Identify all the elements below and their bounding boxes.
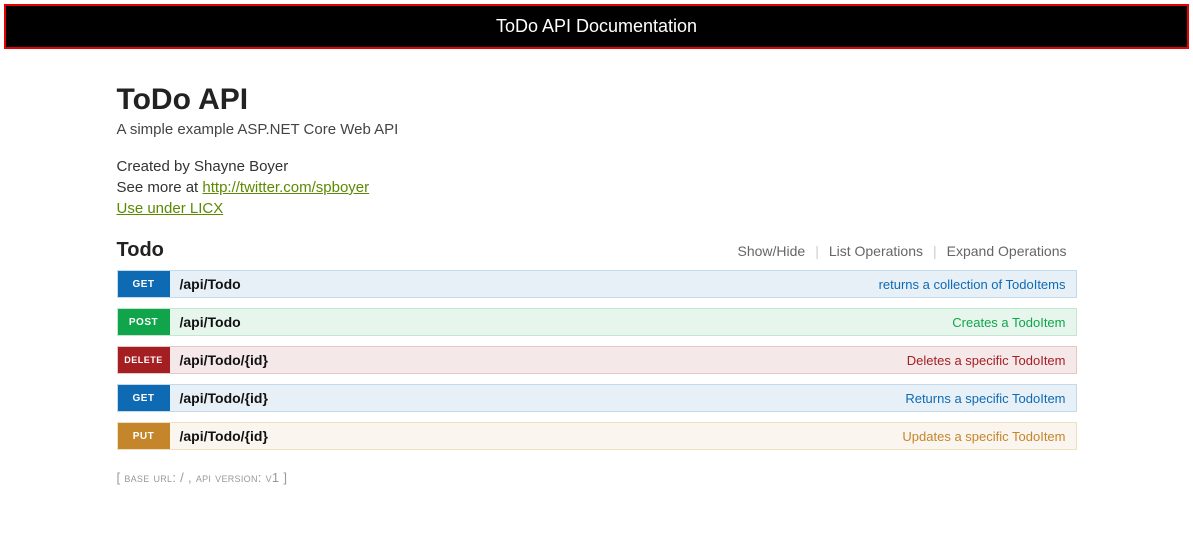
banner-title: ToDo API Documentation [496, 16, 697, 36]
endpoint-row[interactable]: GET/api/Todo/{id}Returns a specific Todo… [117, 384, 1077, 412]
endpoint-description: Returns a specific TodoItem [278, 385, 1076, 411]
section-title[interactable]: Todo [117, 239, 164, 262]
see-more-line: See more at http://twitter.com/spboyer [117, 177, 1077, 198]
section-header: Todo Show/Hide | List Operations | Expan… [117, 239, 1077, 262]
method-badge: GET [118, 385, 170, 411]
endpoint-description: returns a collection of TodoItems [251, 271, 1076, 297]
created-by-prefix: Created by [117, 158, 195, 175]
endpoint-description: Updates a specific TodoItem [278, 423, 1076, 449]
section-actions: Show/Hide | List Operations | Expand Ope… [727, 243, 1076, 259]
created-by-name: Shayne Boyer [194, 158, 288, 175]
endpoint-path[interactable]: /api/Todo/{id} [170, 385, 278, 411]
expand-operations-action[interactable]: Expand Operations [937, 243, 1077, 259]
endpoint-path[interactable]: /api/Todo [170, 271, 251, 297]
api-subtitle: A simple example ASP.NET Core Web API [117, 121, 1077, 138]
show-hide-action[interactable]: Show/Hide [727, 243, 815, 259]
method-badge: POST [118, 309, 170, 335]
api-title: ToDo API [117, 83, 1077, 117]
method-badge: PUT [118, 423, 170, 449]
endpoint-row[interactable]: DELETE/api/Todo/{id}Deletes a specific T… [117, 346, 1077, 374]
method-badge: GET [118, 271, 170, 297]
endpoint-description: Deletes a specific TodoItem [278, 347, 1076, 373]
endpoint-path[interactable]: /api/Todo/{id} [170, 347, 278, 373]
endpoint-list: GET/api/Todoreturns a collection of Todo… [117, 270, 1077, 450]
see-more-link[interactable]: http://twitter.com/spboyer [202, 179, 369, 196]
license-link[interactable]: Use under LICX [117, 200, 224, 217]
see-more-prefix: See more at [117, 179, 203, 196]
api-meta: Created by Shayne Boyer See more at http… [117, 156, 1077, 219]
content-container: ToDo API A simple example ASP.NET Core W… [117, 53, 1077, 485]
created-by-line: Created by Shayne Boyer [117, 156, 1077, 177]
endpoint-description: Creates a TodoItem [251, 309, 1076, 335]
endpoint-row[interactable]: PUT/api/Todo/{id}Updates a specific Todo… [117, 422, 1077, 450]
license-line: Use under LICX [117, 198, 1077, 219]
endpoint-path[interactable]: /api/Todo [170, 309, 251, 335]
endpoint-row[interactable]: POST/api/TodoCreates a TodoItem [117, 308, 1077, 336]
method-badge: DELETE [118, 347, 170, 373]
top-banner: ToDo API Documentation [4, 4, 1189, 49]
endpoint-path[interactable]: /api/Todo/{id} [170, 423, 278, 449]
footer-info: [ base url: / , api version: v1 ] [117, 470, 1077, 485]
list-operations-action[interactable]: List Operations [819, 243, 933, 259]
endpoint-row[interactable]: GET/api/Todoreturns a collection of Todo… [117, 270, 1077, 298]
